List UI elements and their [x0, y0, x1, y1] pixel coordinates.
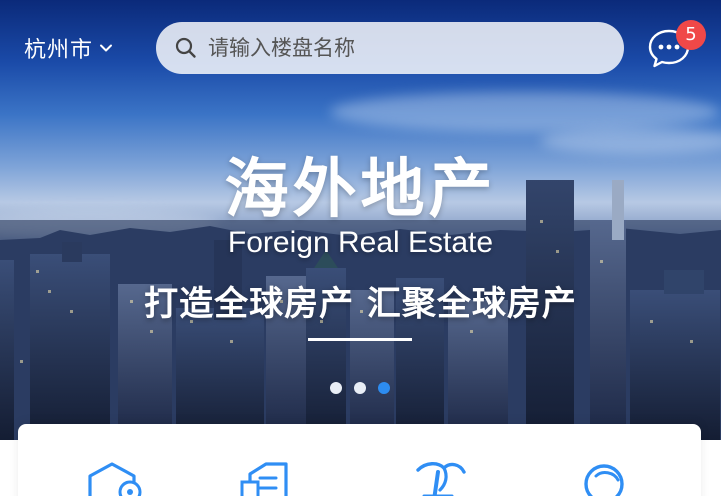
category-card	[18, 424, 701, 496]
palm-tree-icon[interactable]	[404, 460, 468, 496]
search-input[interactable]	[208, 36, 608, 60]
city-name: 杭州市	[24, 38, 94, 63]
document-icon[interactable]	[236, 460, 300, 496]
city-selector[interactable]: 杭州市	[24, 30, 113, 66]
chevron-down-icon	[100, 44, 113, 52]
banner-slogan: 打造全球房产 汇聚全球房产	[144, 284, 577, 324]
top-bar: 杭州市 5	[0, 0, 721, 96]
house-icon[interactable]	[84, 460, 148, 496]
carousel-indicator	[330, 382, 390, 394]
globe-icon[interactable]	[574, 460, 638, 496]
cloud	[330, 92, 720, 132]
search-bar[interactable]	[156, 22, 624, 74]
message-count-badge: 5	[676, 20, 706, 50]
banner-underline	[308, 338, 412, 341]
carousel-dot-active[interactable]	[378, 382, 390, 394]
carousel-dot[interactable]	[330, 382, 342, 394]
banner-subtitle-en: Foreign Real Estate	[227, 226, 494, 259]
carousel-dot[interactable]	[354, 382, 366, 394]
search-icon	[175, 37, 196, 58]
banner-title: 海外地产	[224, 153, 497, 227]
